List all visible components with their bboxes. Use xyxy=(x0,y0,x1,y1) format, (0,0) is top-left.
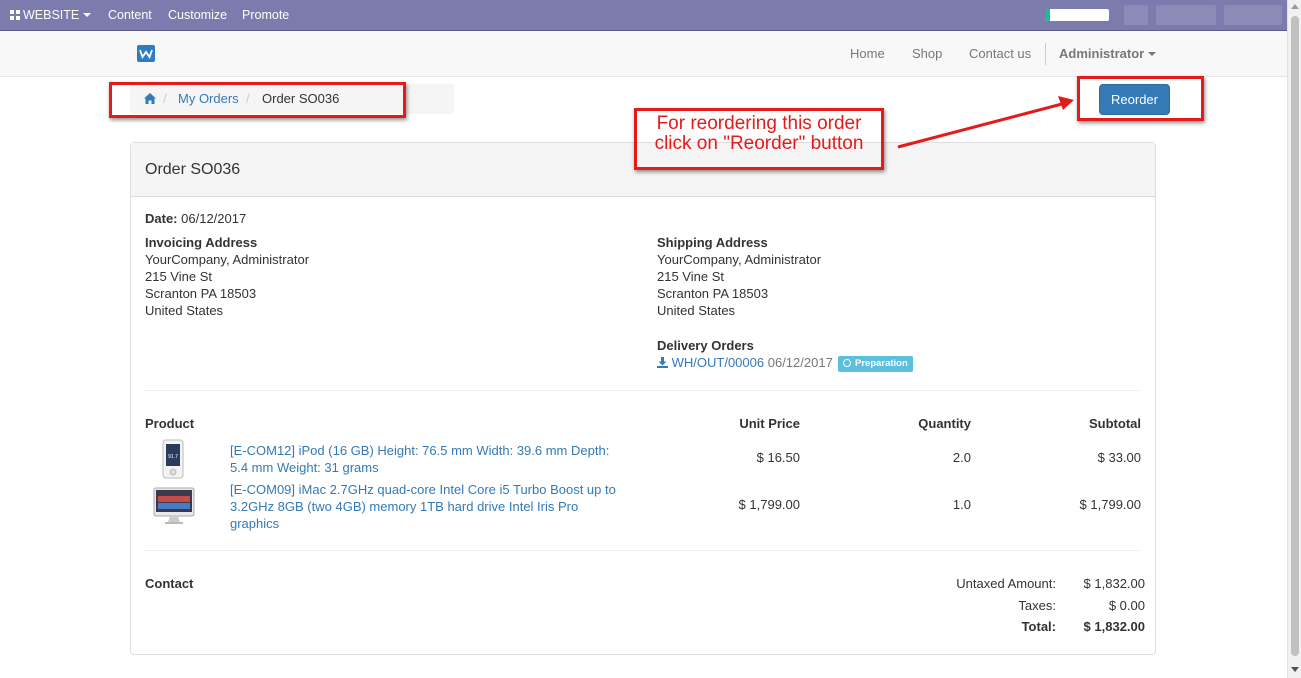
annotation-line: click on "Reorder" button xyxy=(654,133,864,154)
product-name-line: [E-COM12] iPod (16 GB) Height: 76.5 mm W… xyxy=(230,443,610,458)
user-name: Administrator xyxy=(1059,46,1145,61)
divider xyxy=(145,390,1141,391)
product-image-imac xyxy=(153,486,195,529)
new-content-button[interactable] xyxy=(1124,5,1148,25)
invoicing-heading: Invoicing Address xyxy=(145,235,258,250)
taxes-label: Taxes: xyxy=(1018,598,1056,613)
unit-price: $ 1,799.00 xyxy=(738,497,800,512)
highlight-reorder xyxy=(1077,76,1204,121)
product-name-line: [E-COM09] iMac 2.7GHz quad-core Intel Co… xyxy=(230,482,616,497)
taxes-amount: $ 0.00 xyxy=(1108,598,1145,613)
website-admin-bar: WEBSITE Content Customize Promote xyxy=(0,0,1287,31)
shipping-address: Shipping Address YourCompany, Administra… xyxy=(657,234,821,319)
quantity: 2.0 xyxy=(952,450,971,465)
site-navbar: Home Shop Contact us Administrator xyxy=(0,31,1287,77)
col-quantity: Quantity xyxy=(918,416,971,431)
invoicing-line: United States xyxy=(145,303,224,318)
caret-down-icon xyxy=(1148,52,1157,56)
product-name-line: 5.4 mm Weight: 31 grams xyxy=(230,460,379,475)
order-date: Date: 06/12/2017 xyxy=(145,211,246,226)
unit-price: $ 16.50 xyxy=(756,450,800,465)
delivery-date: 06/12/2017 xyxy=(767,355,833,370)
divider xyxy=(145,550,1141,551)
mobile-preview-button[interactable] xyxy=(1224,5,1282,25)
delivery-order-row: WH/OUT/00006 06/12/2017 xyxy=(657,355,833,370)
scroll-up-icon[interactable] xyxy=(1291,4,1299,9)
invoicing-line: 215 Vine St xyxy=(145,269,212,284)
website-menu-label: WEBSITE xyxy=(23,8,80,22)
shipping-line: 215 Vine St xyxy=(657,269,724,284)
clock-icon xyxy=(843,359,851,367)
total-label: Total: xyxy=(1021,619,1056,634)
shipping-heading: Shipping Address xyxy=(657,235,768,250)
progress-fill xyxy=(1046,9,1050,21)
invoicing-line: Scranton PA 18503 xyxy=(145,286,257,301)
delivery-heading: Delivery Orders xyxy=(657,338,754,353)
subtotal: $ 1,799.00 xyxy=(1079,497,1141,512)
highlight-breadcrumb xyxy=(109,82,406,118)
product-name-line: 3.2GHz 8GB (two 4GB) memory 1TB hard dri… xyxy=(230,499,579,514)
col-product: Product xyxy=(145,416,195,431)
order-panel: Order SO036 Date: 06/12/2017 Invoicing A… xyxy=(130,142,1156,655)
apps-grid-icon xyxy=(10,10,20,20)
edit-button[interactable] xyxy=(1156,5,1216,25)
invoicing-address: Invoicing Address YourCompany, Administr… xyxy=(145,234,309,319)
vertical-scrollbar[interactable] xyxy=(1287,0,1301,678)
subtotal: $ 33.00 xyxy=(1097,450,1141,465)
nav-shop[interactable]: Shop xyxy=(912,46,942,61)
status-badge: Preparation xyxy=(838,356,913,372)
col-subtotal: Subtotal xyxy=(1089,416,1141,431)
product-name-line: graphics xyxy=(230,516,280,531)
caret-down-icon xyxy=(83,13,92,17)
scroll-down-icon[interactable] xyxy=(1291,667,1299,672)
nav-home[interactable]: Home xyxy=(850,46,885,61)
menu-promote[interactable]: Promote xyxy=(242,8,289,22)
menu-customize[interactable]: Customize xyxy=(168,8,227,22)
product-image-ipod: 91.7 xyxy=(162,439,184,482)
annotation-callout: For reordering this order click on "Reor… xyxy=(637,114,881,154)
nav-contact-us[interactable]: Contact us xyxy=(969,46,1031,61)
product-link-ipod[interactable]: [E-COM12] iPod (16 GB) Height: 76.5 mm W… xyxy=(230,442,630,476)
site-logo-icon[interactable] xyxy=(137,45,155,62)
untaxed-label: Untaxed Amount: xyxy=(956,576,1056,591)
delivery-order-link[interactable]: WH/OUT/00006 xyxy=(672,355,764,370)
order-title: Order SO036 xyxy=(145,161,241,178)
untaxed-amount: $ 1,832.00 xyxy=(1083,576,1145,591)
progress-bar xyxy=(1046,9,1109,21)
contact-heading: Contact xyxy=(145,576,194,591)
menu-content[interactable]: Content xyxy=(108,8,152,22)
status-badge-label: Preparation xyxy=(855,358,908,369)
shipping-line: United States xyxy=(657,303,736,318)
date-label: Date: xyxy=(145,211,178,226)
product-link-imac[interactable]: [E-COM09] iMac 2.7GHz quad-core Intel Co… xyxy=(230,481,630,532)
website-menu[interactable]: WEBSITE xyxy=(10,8,92,22)
invoicing-line: YourCompany, Administrator xyxy=(145,252,310,267)
date-value: 06/12/2017 xyxy=(181,211,247,226)
col-unit-price: Unit Price xyxy=(739,416,800,431)
user-menu[interactable]: Administrator xyxy=(1059,46,1157,61)
total-amount: $ 1,832.00 xyxy=(1083,619,1145,634)
quantity: 1.0 xyxy=(952,497,971,512)
scrollbar-thumb[interactable] xyxy=(1291,16,1299,656)
svg-text:91.7: 91.7 xyxy=(168,454,178,460)
download-icon[interactable] xyxy=(657,357,668,368)
shipping-line: Scranton PA 18503 xyxy=(657,286,769,301)
nav-divider xyxy=(1045,43,1046,65)
annotation-line: For reordering this order xyxy=(656,113,862,134)
shipping-line: YourCompany, Administrator xyxy=(657,252,822,267)
